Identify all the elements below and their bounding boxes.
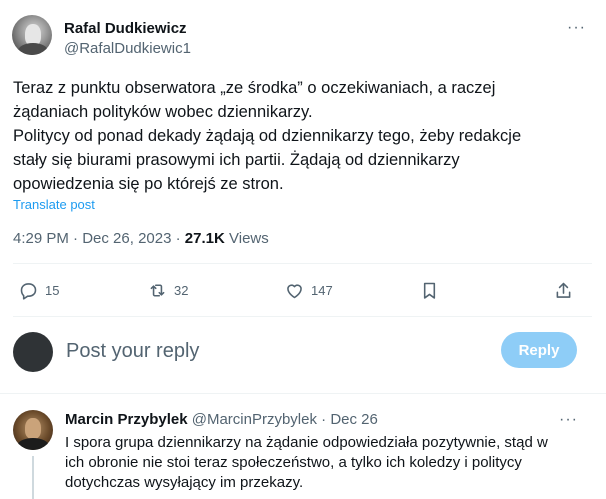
post-time[interactable]: 4:29 PM bbox=[13, 230, 69, 247]
reply-separator: · bbox=[321, 411, 327, 428]
like-count: 147 bbox=[311, 282, 333, 298]
post-text-line: Teraz z punktu obserwatora „ze środka” o… bbox=[13, 79, 496, 97]
reply-date[interactable]: Dec 26 bbox=[330, 411, 378, 428]
reply-text-line: ich obronie nie stoi teraz społeczeństwo… bbox=[65, 454, 522, 471]
reply-input[interactable] bbox=[66, 337, 486, 365]
reply-more-options-icon[interactable]: ··· bbox=[559, 411, 578, 429]
reply-button[interactable]: Reply bbox=[501, 332, 577, 368]
reply-author-name[interactable]: Marcin Przybylek bbox=[65, 411, 188, 428]
like-action[interactable]: 147 bbox=[284, 276, 333, 304]
bookmark-icon bbox=[423, 282, 436, 299]
reply-action[interactable]: 15 bbox=[18, 276, 59, 304]
share-icon bbox=[556, 282, 571, 298]
more-options-icon[interactable]: ··· bbox=[567, 19, 586, 37]
meta-separator: · bbox=[175, 230, 185, 247]
thread-line bbox=[32, 456, 34, 499]
author-name[interactable]: Rafal Dudkiewicz bbox=[64, 20, 187, 37]
views-label: Views bbox=[229, 230, 269, 247]
post-text: Teraz z punktu obserwatora „ze środka” o… bbox=[13, 76, 588, 196]
views-count: 27.1K bbox=[184, 230, 225, 247]
repost-action[interactable]: 32 bbox=[147, 276, 188, 304]
reply-author-avatar[interactable] bbox=[13, 410, 53, 450]
reply-icon bbox=[20, 282, 37, 300]
post-date[interactable]: Dec 26, 2023 bbox=[82, 230, 171, 247]
post-meta: 4:29 PM · Dec 26, 2023 · 27.1K Views bbox=[13, 230, 269, 247]
meta-separator: · bbox=[73, 230, 83, 247]
reply-text: I spora grupa dziennikarzy na żądanie od… bbox=[65, 433, 585, 493]
post-action-bar: 15 32 147 bbox=[13, 276, 579, 304]
post-author-row: Rafal Dudkiewicz @RafalDudkiewic1 ··· bbox=[12, 15, 592, 61]
current-user-avatar[interactable] bbox=[13, 332, 53, 372]
divider bbox=[0, 393, 606, 394]
reply-count: 15 bbox=[45, 282, 60, 298]
reply-text-line: dotychczas wysyłający im przekazy. bbox=[65, 474, 304, 491]
like-icon bbox=[287, 283, 302, 298]
post-text-line: stały się biurami prasowymi ich partii. … bbox=[13, 151, 460, 169]
reply-text-line: I spora grupa dziennikarzy na żądanie od… bbox=[65, 434, 548, 451]
divider bbox=[13, 263, 592, 264]
post-text-line: opowiedzenia się po którejś ze stron. bbox=[13, 175, 284, 193]
author-handle[interactable]: @RafalDudkiewic1 bbox=[64, 40, 191, 57]
share-action[interactable] bbox=[553, 276, 574, 304]
translate-post-link[interactable]: Translate post bbox=[13, 197, 95, 212]
post-text-line: żądaniach polityków wobec dziennikarzy. bbox=[13, 103, 313, 121]
divider bbox=[13, 316, 592, 317]
repost-count: 32 bbox=[174, 282, 189, 298]
bookmark-action[interactable] bbox=[419, 276, 440, 304]
repost-icon bbox=[150, 283, 165, 297]
reply-author-handle[interactable]: @MarcinPrzybylek bbox=[192, 411, 317, 428]
post-detail-view: Rafal Dudkiewicz @RafalDudkiewic1 ··· Te… bbox=[0, 0, 606, 499]
post-text-line: Politycy od ponad dekady żądają od dzien… bbox=[13, 127, 522, 145]
reply-header: Marcin Przybylek @MarcinPrzybylek · Dec … bbox=[65, 411, 378, 428]
author-avatar[interactable] bbox=[12, 15, 52, 55]
